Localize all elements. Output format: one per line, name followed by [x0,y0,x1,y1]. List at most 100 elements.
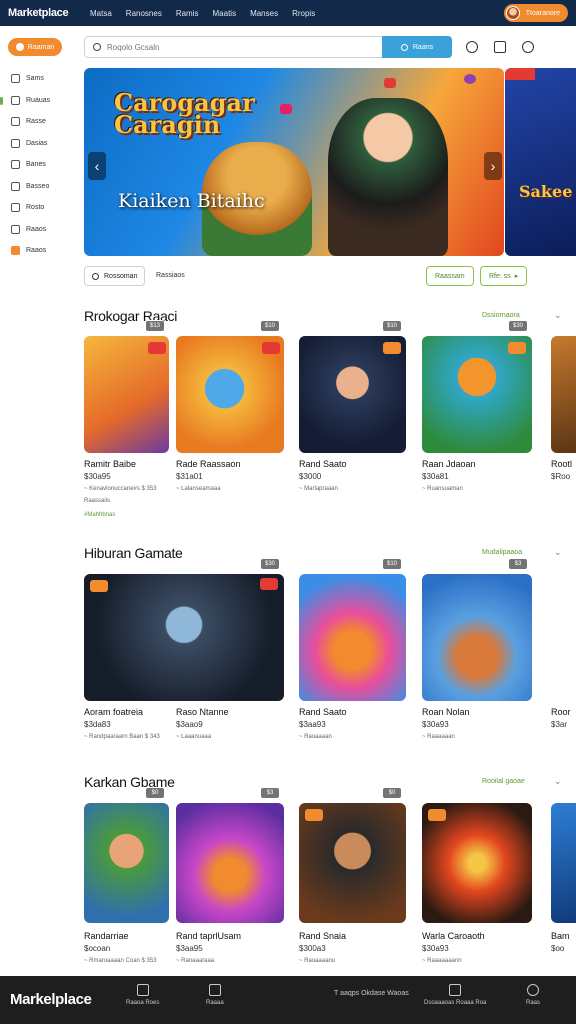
game-info: ~ Laaanuaaa [176,734,212,740]
sale-badge [305,809,323,821]
game-extra: Raassaiis [84,498,111,504]
sidebar-item-label: Raaos [26,247,47,255]
game-title: Randarriae [84,931,129,941]
sparkle-decoration [384,78,396,88]
sidebar-item-5[interactable]: Banes [0,154,72,176]
game-price: $30a95 [84,472,111,481]
account-button[interactable]: Ttoaranore [503,4,568,22]
account-label: Ttoaranore [525,9,560,17]
hero-prev-arrow[interactable]: ‹ [88,152,106,180]
settings-icon[interactable] [522,41,534,53]
game-info: ~ Ranaaaraaa [176,958,215,964]
nav-item-5[interactable]: Manses [250,9,278,18]
search-button[interactable]: Raans [382,36,452,58]
price-badge: $10 [382,558,402,570]
see-all-link[interactable]: Dssiornaora [482,312,520,319]
game-price: $3aao9 [176,720,203,729]
game-title: Aoram foatreia [84,707,144,717]
filter-chip-label: Rossoman [104,272,138,280]
clock-icon [11,181,20,191]
game-info: ~ Randpaaraarn Baan $ 343 [84,734,160,740]
game-price: $3000 [299,472,322,481]
flame-icon [15,43,24,51]
filter-chip-1[interactable]: Raassam [426,266,474,286]
bottom-nav-item-1[interactable]: Raaoa Roes [126,984,159,1006]
price-badge: $13 [145,320,165,332]
bottom-nav-label: Dsoaaaoas Roaaa Roa [424,1000,487,1006]
chevron-down-icon[interactable]: ⌄ [554,776,562,787]
game-title: Rootl [551,459,573,469]
hero-banner-next[interactable]: Sakee [505,68,576,256]
chevron-down-icon[interactable]: ⌄ [554,310,562,321]
price-badge: $0 [382,787,402,799]
sidebar-item-label: Basseo [26,182,50,190]
sparkle-decoration [280,104,292,114]
sale-badge [383,342,401,354]
hero-banner[interactable]: Carogagar Caragin Kiaiken Bitaihc ‹ › [84,68,504,256]
filter-text[interactable]: Rassiaos [156,272,185,279]
nav-item-1[interactable]: Matsa [90,9,112,18]
game-info: ~ Marlapraaan [299,486,338,492]
sidebar-item-8[interactable]: Raaos [0,219,72,241]
sidebar-items: Sams Ruauas Rasse Dasias Banes Basseo Ro… [0,68,72,262]
sidebar-primary-button[interactable]: Raaman [8,38,62,56]
bookmark-icon [11,203,20,213]
sale-badge [260,578,278,590]
game-thumbnail [422,803,532,923]
game-title: Rade Raassaon [176,459,241,469]
game-title: Warla Caroaoth [422,931,485,941]
see-all-link[interactable]: Mudalipaaoa [482,549,522,556]
game-title: Raso Ntanne [176,707,229,717]
price-badge: $3 [508,558,528,570]
sale-badge [428,809,446,821]
chevron-down-icon[interactable]: ⌄ [554,547,562,558]
bottom-logo[interactable]: Markelplace [10,991,92,1008]
sidebar-item-3[interactable]: Rasse [0,111,72,133]
clock-icon[interactable] [466,41,478,53]
bottom-nav-item-3[interactable]: Dsoaaaoas Roaaa Roa [424,984,486,1006]
sidebar-item-6[interactable]: Basseo [0,176,72,198]
sidebar-item-7[interactable]: Rosto [0,197,72,219]
see-all-link[interactable]: Rooilal gaoae [482,778,525,785]
sidebar-item-2[interactable]: Ruauas [0,90,72,112]
game-price: $31a01 [176,472,203,481]
game-price: $3aa93 [299,720,326,729]
bottom-nav-item-4[interactable]: Raas [526,984,540,1006]
game-price: $Roo [551,472,571,481]
message-icon[interactable] [494,41,506,53]
bottom-center-text[interactable]: T aaqps Okdase Waoas [334,990,409,997]
hero-subtitle: Kiaiken Bitaihc [118,190,265,212]
sidebar-item-label: Ruauas [26,96,51,104]
play-icon: ▸ [514,273,519,280]
game-price: $ocoan [84,944,111,953]
game-title: Rand taprlUsam [176,931,242,941]
filter-chip-2[interactable]: Rfe: ss ▸ [480,266,528,286]
filter-search-chip[interactable]: Rossoman [84,266,146,286]
hero-next-arrow[interactable]: › [484,152,502,180]
top-navbar: Marketplace Matsa Ranosnes Ramis Maatis … [0,0,576,26]
search-icon [93,43,101,51]
game-info: ~ Raaaaaaann [422,958,462,964]
game-price: $300a3 [299,944,326,953]
search-button-label: Raans [412,43,434,51]
game-title: Roan Nolan [422,707,470,717]
game-tag[interactable]: #Mahhbnas [84,512,115,518]
hero-side-title: Sakee [519,182,573,201]
nav-item-6[interactable]: Rropis [292,9,315,18]
price-badge: $3 [260,787,280,799]
bottom-nav-label: Raas [526,1000,541,1006]
nav-item-4[interactable]: Maatis [213,9,237,18]
nav-item-2[interactable]: Ranosnes [126,9,162,18]
bottom-nav-label: Raaoa Roes [126,1000,160,1006]
bottom-nav-item-2[interactable]: Raaaa [206,984,224,1006]
top-nav: Matsa Ranosnes Ramis Maatis Manses Rropi… [90,9,504,18]
sidebar-item-4[interactable]: Dasias [0,133,72,155]
sidebar-item-1[interactable]: Sams [0,68,72,90]
app-logo[interactable]: Marketplace [8,7,90,19]
nav-item-3[interactable]: Ramis [176,9,199,18]
search-input[interactable] [107,42,347,52]
price-badge: $10 [260,320,280,332]
sidebar-item-9[interactable]: Raaos [0,240,72,262]
home-icon [11,74,20,84]
user-icon [527,984,539,996]
